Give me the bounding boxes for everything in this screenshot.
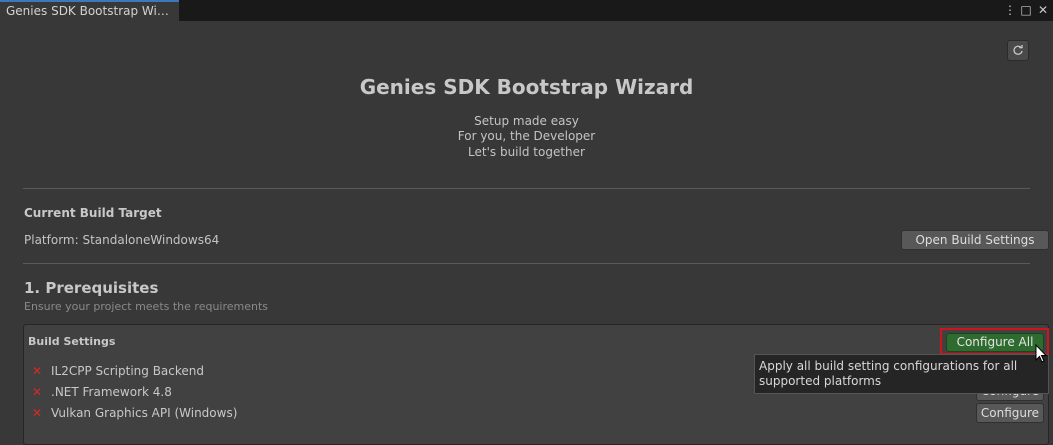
divider [23, 188, 1030, 189]
page-title: Genies SDK Bootstrap Wizard [359, 75, 694, 99]
mouse-cursor-icon [1035, 344, 1048, 363]
window-tab[interactable]: Genies SDK Bootstrap Wi… [0, 0, 179, 21]
subtitle-line-2: For you, the Developer [457, 129, 596, 143]
configure-button[interactable]: Configure [976, 403, 1044, 423]
close-icon[interactable]: ✕ [1036, 2, 1050, 18]
requirement-label: IL2CPP Scripting Backend [51, 364, 205, 378]
subtitle-line-1: Setup made easy [474, 114, 579, 128]
divider [23, 263, 1030, 264]
platform-text: Platform: StandaloneWindows64 [24, 233, 220, 247]
configure-all-button[interactable]: Configure All [946, 333, 1044, 352]
panel-title: Build Settings [28, 335, 116, 348]
error-icon: ✕ [32, 406, 43, 420]
error-icon: ✕ [32, 364, 43, 378]
error-icon: ✕ [32, 385, 43, 399]
subtitle-line-3: Let's build together [468, 145, 585, 159]
refresh-icon [1013, 45, 1023, 55]
build-target-label: Current Build Target [24, 206, 162, 220]
prerequisites-heading: 1. Prerequisites [24, 279, 159, 297]
requirement-label: Vulkan Graphics API (Windows) [51, 406, 238, 420]
tooltip: Apply all build setting configurations f… [754, 354, 1049, 394]
more-menu-icon[interactable]: ⋮ [1004, 2, 1016, 18]
prerequisites-hint: Ensure your project meets the requiremen… [24, 300, 269, 313]
tab-bar: Genies SDK Bootstrap Wi… ⋮ □ ✕ [0, 0, 1053, 21]
open-build-settings-button[interactable]: Open Build Settings [901, 230, 1049, 250]
maximize-icon[interactable]: □ [1020, 2, 1032, 18]
refresh-button[interactable] [1007, 40, 1029, 61]
requirement-label: .NET Framework 4.8 [51, 385, 172, 399]
